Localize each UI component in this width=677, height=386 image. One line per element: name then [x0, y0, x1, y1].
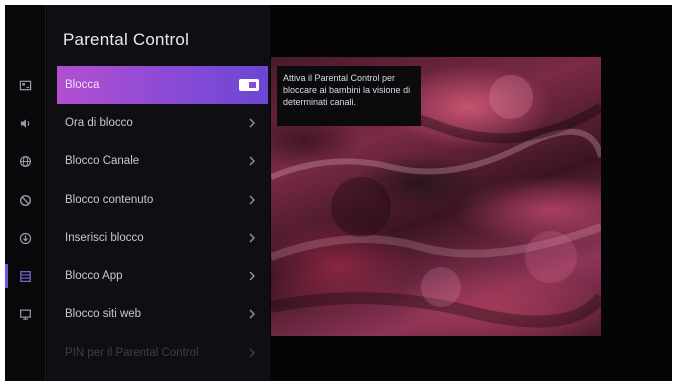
block-icon: [19, 194, 32, 206]
menu-item-pin-parental-control[interactable]: PIN per il Parental Control: [57, 334, 268, 372]
rail-item-sound[interactable]: [5, 109, 46, 137]
chevron-right-icon: [249, 348, 255, 358]
menu-item-label: Blocco App: [65, 270, 123, 282]
help-tooltip: Attiva il Parental Control per bloccare …: [277, 66, 421, 126]
chevron-right-icon: [249, 156, 255, 166]
display-icon: [20, 309, 31, 320]
panel-title: Parental Control: [63, 30, 190, 49]
rail-item-picture[interactable]: [5, 71, 46, 99]
menu-item-label: Blocco contenuto: [65, 194, 154, 206]
chevron-right-icon: [249, 118, 255, 128]
menu-item-blocco-canale[interactable]: Blocco Canale: [57, 142, 268, 180]
menu-item-blocco-siti-web[interactable]: Blocco siti web: [57, 295, 268, 333]
tv-screen: Parental Control Blocca Ora di blocco Bl…: [5, 5, 672, 381]
list-icon: [20, 270, 31, 282]
menu-item-blocco-app[interactable]: Blocco App: [57, 257, 268, 295]
menu-item-blocca[interactable]: Blocca: [57, 66, 268, 104]
parental-control-panel: Parental Control Blocca Ora di blocco Bl…: [47, 5, 270, 381]
chevron-right-icon: [249, 233, 255, 243]
menu-item-label: Blocca: [65, 79, 100, 91]
download-icon: [19, 232, 32, 244]
chevron-right-icon: [249, 309, 255, 319]
menu-item-inserisci-blocco[interactable]: Inserisci blocco: [57, 219, 268, 257]
menu-item-label: Blocco Canale: [65, 155, 140, 167]
sound-icon: [20, 118, 30, 128]
picture-settings-icon: [19, 80, 32, 90]
chevron-right-icon: [249, 195, 255, 205]
rail-item-system[interactable]: [5, 224, 46, 252]
rail-item-network[interactable]: [5, 147, 46, 175]
chevron-right-icon: [249, 271, 255, 281]
menu-item-label: Inserisci blocco: [65, 232, 144, 244]
menu-item-label: Blocco siti web: [65, 308, 142, 320]
rail-item-display[interactable]: [5, 300, 46, 328]
blocca-toggle[interactable]: [239, 79, 259, 91]
menu-item-blocco-contenuto[interactable]: Blocco contenuto: [57, 181, 268, 219]
rail-item-parental[interactable]: [5, 262, 46, 290]
menu-item-label: PIN per il Parental Control: [65, 347, 199, 359]
menu-item-ora-di-blocco[interactable]: Ora di blocco: [57, 104, 268, 142]
menu-item-label: Ora di blocco: [65, 117, 133, 129]
rail-item-restrictions[interactable]: [5, 186, 46, 214]
settings-rail: [5, 5, 46, 381]
globe-icon: [19, 155, 32, 167]
